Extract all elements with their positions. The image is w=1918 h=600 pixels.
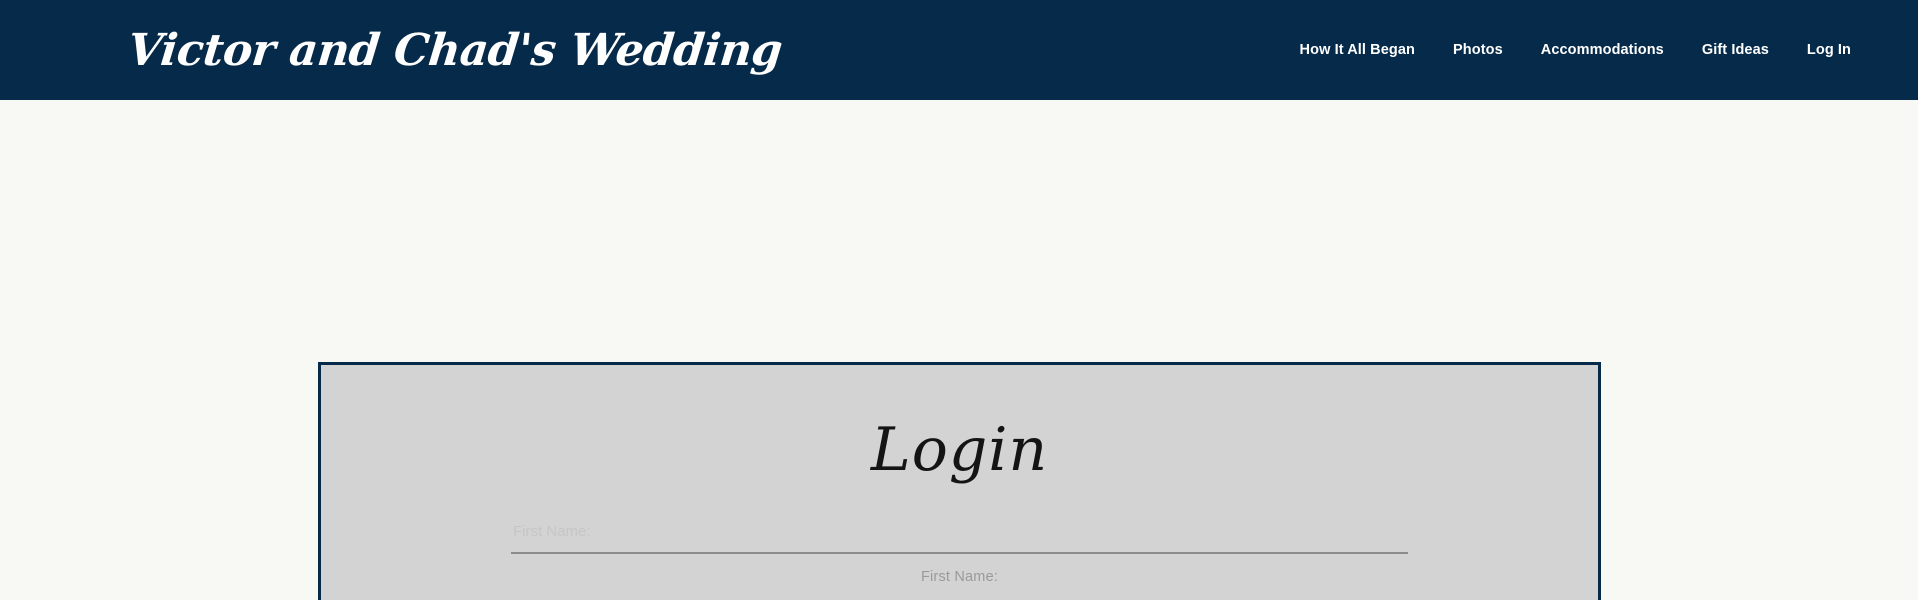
nav-item-accommodations[interactable]: Accommodations [1522, 36, 1683, 64]
nav-item-photos[interactable]: Photos [1434, 36, 1522, 64]
nav-item-gift-ideas[interactable]: Gift Ideas [1683, 36, 1788, 64]
login-panel: Login First Name: Last Initial: [318, 362, 1601, 600]
last-initial-input[interactable] [511, 595, 1408, 600]
login-heading: Login [870, 415, 1049, 485]
login-form: First Name: Last Initial: [321, 510, 1598, 600]
site-header: Victor and Chad's Wedding How It All Beg… [0, 0, 1918, 100]
page-body: Login First Name: Last Initial: [0, 100, 1918, 600]
nav-item-log-in[interactable]: Log In [1788, 36, 1870, 64]
site-title: Victor and Chad's Wedding [125, 24, 785, 76]
main-nav: How It All Began Photos Accommodations G… [1281, 0, 1870, 100]
first-name-field[interactable] [511, 510, 1408, 554]
first-name-label: First Name: [920, 569, 999, 585]
nav-item-how-it-all-began[interactable]: How It All Began [1281, 36, 1434, 64]
last-initial-field[interactable] [511, 595, 1408, 600]
first-name-input[interactable] [511, 510, 1408, 552]
